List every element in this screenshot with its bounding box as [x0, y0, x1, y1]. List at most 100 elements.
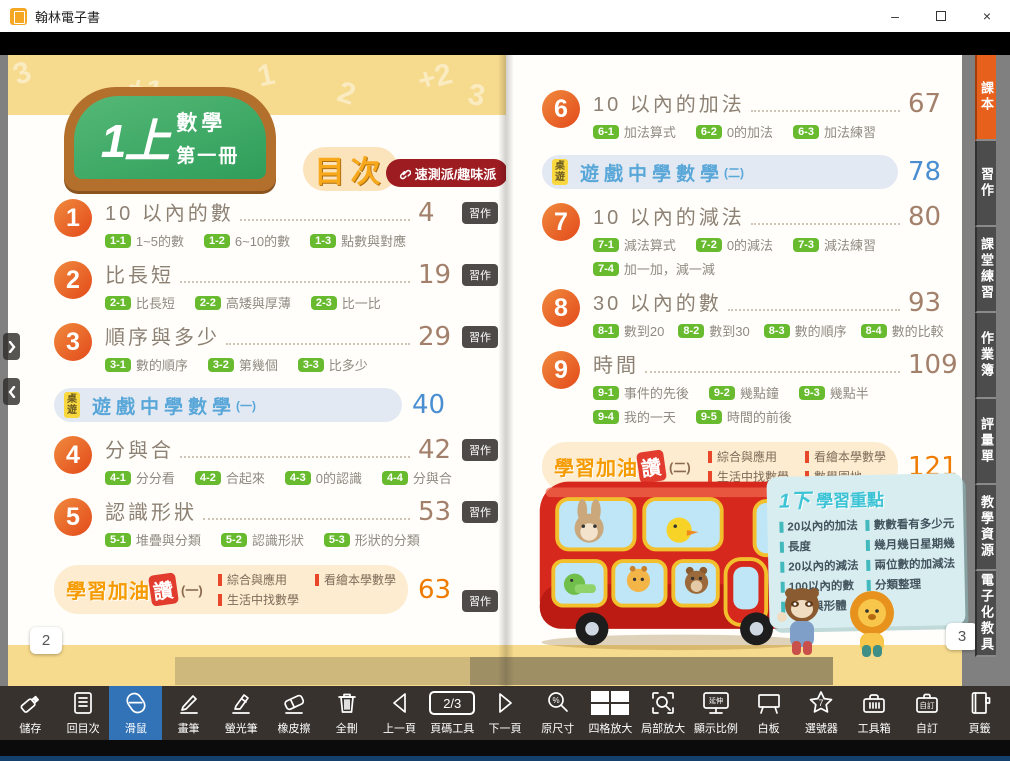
sidebar-tab-homework-book[interactable]: 作業簿	[975, 313, 996, 399]
toc-subitem[interactable]: 3-1數的順序	[105, 355, 188, 374]
chapter-number-badge[interactable]: 3	[54, 323, 92, 361]
chapter-title[interactable]: 順序與多少	[105, 321, 220, 350]
tool-highlighter[interactable]: 螢光筆	[215, 686, 268, 740]
workbook-badge[interactable]: 習作	[462, 264, 498, 286]
toc-subitem[interactable]: 9-4我的一天	[593, 407, 676, 426]
workbook-badge[interactable]: 習作	[462, 326, 498, 348]
tool-page-indicator[interactable]: 2/3 頁碼工具	[426, 686, 479, 740]
toc-subitem[interactable]: 4-1分分看	[105, 468, 175, 487]
workbook-badge[interactable]: 習作	[462, 202, 498, 224]
chapter-title[interactable]: 分與合	[105, 434, 174, 463]
tool-eraser[interactable]: 橡皮擦	[268, 686, 321, 740]
tool-page-tabs[interactable]: 頁籤	[953, 686, 1006, 740]
page-number-tab-left[interactable]: 2	[30, 627, 62, 654]
chapter-page[interactable]: 29	[418, 324, 460, 350]
toc-subitem[interactable]: 1-26~10的數	[204, 231, 290, 250]
study-boost-link[interactable]: 學習加油讚 (一) 綜合與應用 看繪本學數學 生活中找數學	[54, 565, 408, 614]
tool-delete-all[interactable]: 全刪	[320, 686, 373, 740]
toc-subitem[interactable]: 7-1減法算式	[593, 235, 676, 254]
tool-toolbox[interactable]: 工具箱	[848, 686, 901, 740]
toc-subitem[interactable]: 6-3加法練習	[793, 122, 876, 141]
chapter-number-badge[interactable]: 4	[54, 436, 92, 474]
panel-collapse-button[interactable]	[3, 378, 20, 405]
tool-pen[interactable]: 畫筆	[162, 686, 215, 740]
boardgame-link[interactable]: 桌遊 遊戲中學數學 (一)	[54, 388, 402, 422]
toc-subitem[interactable]: 1-11~5的數	[105, 231, 184, 250]
chapter-number-badge[interactable]: 2	[54, 261, 92, 299]
quick-test-link[interactable]: 速測派/趣味派	[386, 159, 508, 187]
tool-next-page[interactable]: 下一頁	[479, 686, 532, 740]
toc-subitem[interactable]: 8-4數的比較	[861, 321, 944, 340]
workbook-badge[interactable]: 習作	[462, 501, 498, 523]
chapter-page[interactable]: 42	[418, 437, 460, 463]
toc-subitem[interactable]: 7-3減法練習	[793, 235, 876, 254]
toc-subitem[interactable]: 2-2高矮與厚薄	[195, 293, 291, 312]
toc-subitem[interactable]: 5-2認識形狀	[221, 530, 304, 549]
sidebar-tab-teaching-resources[interactable]: 教學資源	[975, 485, 996, 571]
tool-back-to-toc[interactable]: 回目次	[57, 686, 110, 740]
tool-four-grid-zoom[interactable]: 四格放大	[584, 686, 637, 740]
maximize-button[interactable]	[918, 0, 964, 32]
chapter-number-badge[interactable]: 8	[542, 289, 580, 327]
sidebar-tab-class-practice[interactable]: 課堂練習	[975, 227, 996, 313]
chapter-page[interactable]: 53	[418, 499, 460, 525]
boardgame-page[interactable]: 40	[412, 390, 454, 420]
chapter-number-badge[interactable]: 5	[54, 498, 92, 536]
toc-subitem[interactable]: 4-30的認識	[285, 468, 362, 487]
toc-subitem[interactable]: 7-20的減法	[696, 235, 773, 254]
chapter-title[interactable]: 認識形狀	[105, 496, 197, 525]
horizontal-scrollbar-track[interactable]	[175, 657, 833, 685]
toc-subitem[interactable]: 2-1比長短	[105, 293, 175, 312]
toc-subitem[interactable]: 4-2合起來	[195, 468, 265, 487]
toc-subitem[interactable]: 2-3比一比	[311, 293, 381, 312]
chapter-title[interactable]: 時間	[593, 349, 639, 378]
chapter-number-badge[interactable]: 7	[542, 203, 580, 241]
chapter-number-badge[interactable]: 9	[542, 351, 580, 389]
chapter-title[interactable]: 比長短	[105, 259, 174, 288]
chapter-title[interactable]: 10 以內的加法	[593, 88, 745, 117]
sidebar-tab-workbook[interactable]: 習作	[975, 141, 996, 227]
chapter-page[interactable]: 19	[418, 262, 460, 288]
toc-subitem[interactable]: 8-2數到30	[678, 321, 749, 340]
toc-subitem[interactable]: 9-2幾點鐘	[709, 383, 779, 402]
chapter-title[interactable]: 10 以內的減法	[593, 201, 745, 230]
toc-subitem[interactable]: 6-1加法算式	[593, 122, 676, 141]
toc-subitem[interactable]: 4-4分與合	[382, 468, 452, 487]
tool-whiteboard[interactable]: 白板	[742, 686, 795, 740]
panel-expand-button[interactable]	[3, 333, 20, 360]
toc-subitem[interactable]: 9-1事件的先後	[593, 383, 689, 402]
workbook-badge[interactable]: 習作	[462, 439, 498, 461]
toc-subitem[interactable]: 9-5時間的前後	[696, 407, 792, 426]
tool-previous-page[interactable]: 上一頁	[373, 686, 426, 740]
tool-display-ratio[interactable]: 延伸 顯示比例	[690, 686, 743, 740]
sidebar-tab-textbook[interactable]: 課本	[975, 55, 996, 141]
toc-subitem[interactable]: 6-20的加法	[696, 122, 773, 141]
tool-custom[interactable]: 自訂 自訂	[900, 686, 953, 740]
toc-subitem[interactable]: 5-1堆疊與分類	[105, 530, 201, 549]
chapter-page[interactable]: 93	[908, 290, 950, 316]
tool-save[interactable]: 儲存	[4, 686, 57, 740]
tool-mouse[interactable]: 滑鼠	[109, 686, 162, 740]
toc-subitem[interactable]: 3-3比多少	[298, 355, 368, 374]
tool-partial-zoom[interactable]: 局部放大	[637, 686, 690, 740]
boardgame-page[interactable]: 78	[908, 157, 950, 187]
tool-original-size[interactable]: % 原尺寸	[531, 686, 584, 740]
chapter-title[interactable]: 10 以內的數	[105, 197, 234, 226]
toc-subitem[interactable]: 5-3形狀的分類	[324, 530, 420, 549]
close-button[interactable]: ×	[964, 0, 1010, 32]
page-number-tab-right[interactable]: 3	[946, 623, 978, 650]
boost-page[interactable]: 63	[418, 575, 460, 605]
minimize-button[interactable]: –	[872, 0, 918, 32]
chapter-page[interactable]: 109	[908, 352, 950, 378]
chapter-title[interactable]: 30 以內的數	[593, 287, 722, 316]
toc-subitem[interactable]: 1-3點數與對應	[310, 231, 406, 250]
chapter-page[interactable]: 67	[908, 91, 950, 117]
chapter-number-badge[interactable]: 6	[542, 90, 580, 128]
toc-subitem[interactable]: 7-4加一加，減一減	[593, 259, 715, 278]
boardgame-link[interactable]: 桌遊 遊戲中學數學 (二)	[542, 155, 898, 189]
sidebar-tab-digital-tools[interactable]: 電子化教具	[975, 571, 996, 657]
toc-subitem[interactable]: 8-3數的順序	[764, 321, 847, 340]
sidebar-tab-assessment[interactable]: 評量單	[975, 399, 996, 485]
toc-subitem[interactable]: 3-2第幾個	[208, 355, 278, 374]
workbook-badge[interactable]: 習作	[462, 590, 498, 612]
